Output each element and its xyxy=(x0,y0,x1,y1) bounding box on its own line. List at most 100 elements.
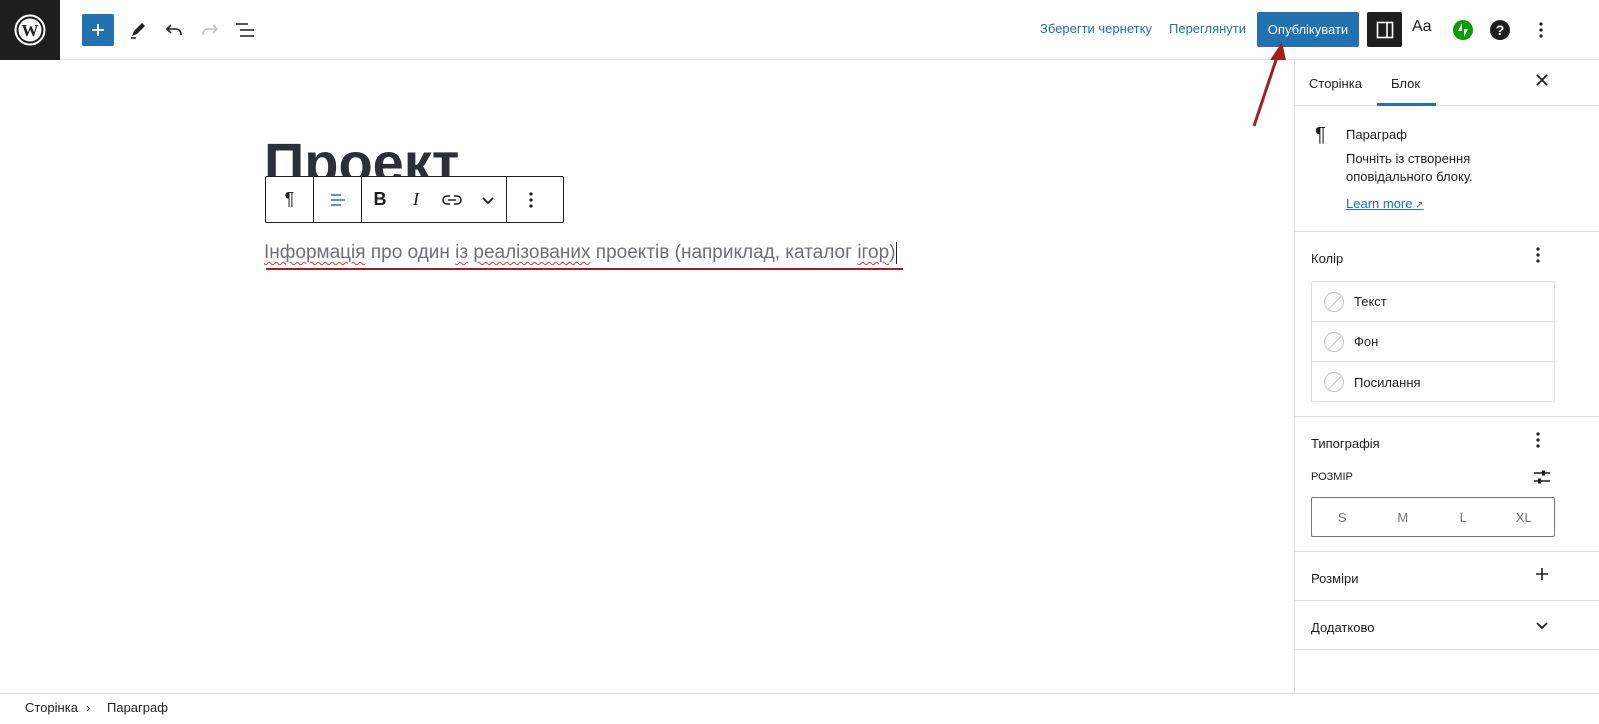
learn-more-link[interactable]: Learn more ↗ xyxy=(1346,196,1424,211)
more-vertical-icon xyxy=(528,191,533,208)
options-menu-button[interactable] xyxy=(1525,14,1557,46)
plus-icon xyxy=(1536,568,1548,580)
paragraph-text: Інформація xyxy=(264,242,366,263)
pilcrow-icon: ¶ xyxy=(284,189,295,209)
paragraph-text: реалізованих xyxy=(473,242,591,263)
breadcrumb-page[interactable]: Сторінка xyxy=(25,700,78,715)
tab-page[interactable]: Сторінка xyxy=(1309,76,1362,91)
options-group xyxy=(507,177,554,222)
list-view-icon xyxy=(236,23,254,37)
text-caret xyxy=(895,241,897,264)
font-size-option[interactable]: S xyxy=(1312,498,1373,536)
document-overview-button[interactable] xyxy=(229,14,261,46)
help-button[interactable]: ? xyxy=(1484,14,1516,46)
settings-sliders-icon xyxy=(1534,470,1550,484)
chevron-right-icon: › xyxy=(86,700,91,715)
font-size-option[interactable]: XL xyxy=(1494,498,1555,536)
link-icon xyxy=(442,194,462,205)
align-group xyxy=(314,177,362,222)
color-item-label: Посилання xyxy=(1354,374,1421,390)
block-type-button[interactable]: ¶ xyxy=(266,177,313,222)
breadcrumb-paragraph: Параграф xyxy=(107,700,168,715)
block-options-button[interactable] xyxy=(507,177,554,222)
custom-size-button[interactable] xyxy=(1533,469,1551,490)
redo-icon xyxy=(202,24,219,35)
tab-block[interactable]: Блок xyxy=(1391,76,1420,91)
bold-icon: B xyxy=(373,189,387,209)
empty-swatch-icon xyxy=(1324,331,1344,352)
paragraph-block[interactable]: Інформація про один із реалізованих прое… xyxy=(264,239,897,267)
save-draft-button[interactable]: Зберегти чернетку xyxy=(1040,21,1152,36)
sidebar-icon xyxy=(1376,21,1393,38)
jetpack-icon xyxy=(1453,20,1473,40)
undo-icon xyxy=(165,24,182,35)
dimensions-panel[interactable]: Розміри xyxy=(1295,552,1599,601)
annotation-underline xyxy=(266,268,903,270)
color-text-item[interactable]: Текст xyxy=(1312,282,1554,322)
advanced-panel[interactable]: Додатково xyxy=(1295,601,1599,650)
typography-panel-options-button[interactable] xyxy=(1535,431,1541,454)
tools-button[interactable] xyxy=(122,14,154,46)
block-toolbar: ¶ B I xyxy=(265,176,564,223)
block-description: Почніть із створення оповідального блоку… xyxy=(1346,151,1473,184)
add-block-button[interactable] xyxy=(82,14,114,46)
italic-icon: I xyxy=(413,189,419,209)
color-link-item[interactable]: Посилання xyxy=(1312,362,1554,402)
advanced-panel-title: Додатково xyxy=(1311,620,1375,635)
paragraph-text: ігор xyxy=(857,242,890,263)
help-icon: ? xyxy=(1490,20,1510,40)
block-switcher-group: ¶ xyxy=(266,177,314,222)
editor-header: W Зберегти чернетку Переглянути Опубліку… xyxy=(0,0,1599,60)
wordpress-logo-button[interactable]: W xyxy=(0,0,60,60)
breadcrumb: Сторінка › Параграф xyxy=(0,693,1599,724)
color-settings-list: Текст Фон Посилання xyxy=(1311,281,1555,402)
close-icon xyxy=(1536,74,1548,86)
chevron-down-icon xyxy=(482,196,494,204)
paragraph-text: проектів (наприклад, каталог xyxy=(590,242,858,263)
empty-swatch-icon xyxy=(1324,372,1344,392)
styles-button[interactable]: Aa xyxy=(1412,18,1432,36)
more-vertical-icon xyxy=(1539,22,1543,38)
redo-button[interactable] xyxy=(194,14,226,46)
wordpress-icon: W xyxy=(14,14,46,46)
svg-text:?: ? xyxy=(1496,22,1505,38)
close-sidebar-button[interactable] xyxy=(1535,73,1549,92)
block-card: ¶ Параграф Почніть із створення оповідал… xyxy=(1295,106,1599,232)
editor-canvas: Проект ¶ B I Інформація про один із реал… xyxy=(0,61,1294,693)
dimensions-add-button[interactable] xyxy=(1535,567,1549,586)
format-group: B I xyxy=(362,177,507,222)
link-button[interactable] xyxy=(434,177,470,222)
undo-button[interactable] xyxy=(158,14,190,46)
empty-swatch-icon xyxy=(1324,291,1344,312)
color-panel-title: Колір xyxy=(1311,251,1344,266)
align-button[interactable] xyxy=(314,177,361,222)
color-panel-options-button[interactable] xyxy=(1535,246,1541,269)
more-vertical-icon xyxy=(1536,432,1540,448)
bold-button[interactable]: B xyxy=(362,177,398,222)
font-size-option[interactable]: M xyxy=(1373,498,1434,536)
align-left-icon xyxy=(330,193,345,206)
font-size-option[interactable]: L xyxy=(1433,498,1494,536)
pencil-icon xyxy=(131,23,145,39)
font-size-picker: S M L XL xyxy=(1311,497,1555,537)
color-item-label: Текст xyxy=(1354,294,1387,309)
learn-more-label: Learn more xyxy=(1346,196,1413,211)
paragraph-text: із xyxy=(455,242,469,263)
more-vertical-icon xyxy=(1536,247,1540,263)
advanced-toggle-button[interactable] xyxy=(1535,618,1549,636)
jetpack-button[interactable] xyxy=(1447,14,1479,46)
block-name: Параграф xyxy=(1346,127,1407,142)
color-background-item[interactable]: Фон xyxy=(1312,322,1554,362)
preview-button[interactable]: Переглянути xyxy=(1169,21,1246,36)
color-item-label: Фон xyxy=(1354,334,1379,349)
typography-panel-title: Типографія xyxy=(1311,436,1380,451)
annotation-arrow-icon xyxy=(1252,42,1286,127)
italic-button[interactable]: I xyxy=(398,177,434,222)
sidebar-tabs: Сторінка Блок xyxy=(1295,61,1599,106)
more-formats-button[interactable] xyxy=(470,177,506,222)
external-link-icon: ↗ xyxy=(1412,200,1424,211)
chevron-down-icon xyxy=(1536,622,1548,630)
settings-toggle-button[interactable] xyxy=(1367,12,1402,47)
svg-text:W: W xyxy=(22,21,39,40)
pilcrow-icon: ¶ xyxy=(1315,124,1326,146)
